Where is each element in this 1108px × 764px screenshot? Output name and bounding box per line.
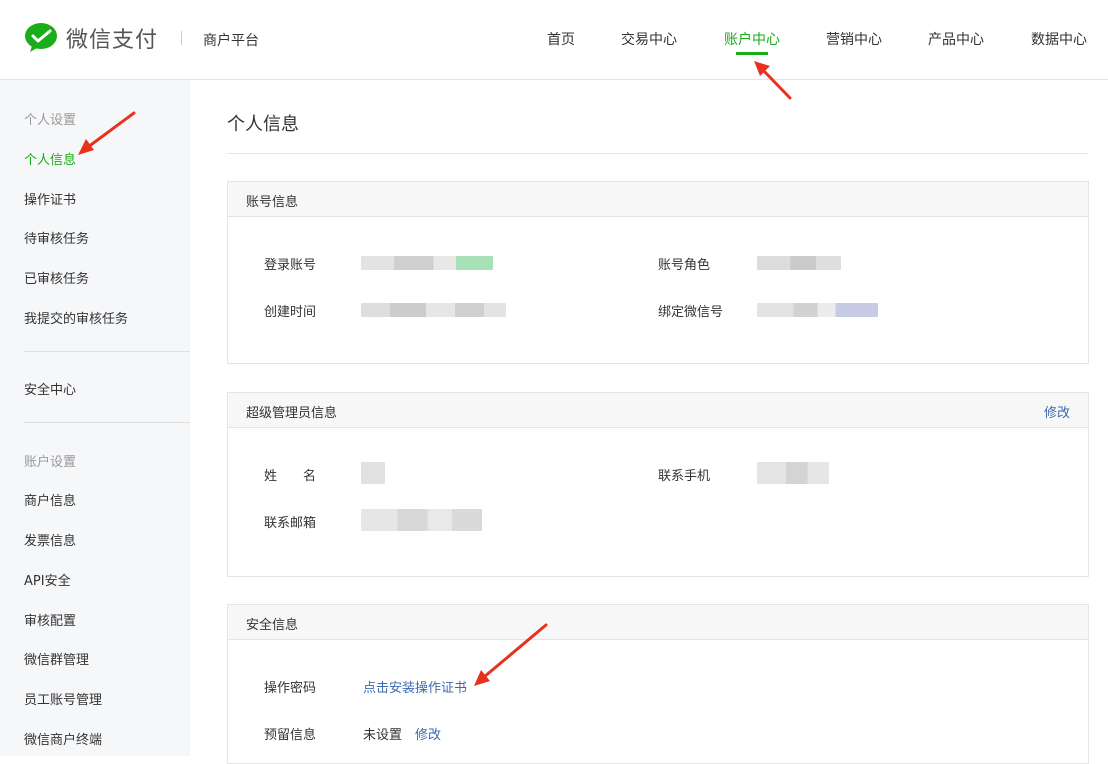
wechat-pay-icon [25, 23, 57, 52]
redacted-value [757, 462, 829, 484]
sidebar-divider [24, 351, 190, 352]
sidebar-item-merchant-info[interactable]: 商户信息 [24, 490, 76, 509]
reserved-info-value: 未设置 [363, 728, 403, 743]
sidebar-item-reviewed[interactable]: 已审核任务 [24, 268, 89, 287]
sidebar-group-account: 账户设置 [24, 455, 77, 470]
card-title: 账号信息 [246, 195, 299, 210]
sidebar-group-personal: 个人设置 [24, 113, 77, 128]
created-time-label: 创建时间 [264, 305, 317, 320]
sidebar-item-my-submissions[interactable]: 我提交的审核任务 [24, 308, 128, 327]
sidebar-item-invoice-info[interactable]: 发票信息 [24, 530, 76, 549]
redacted-value [361, 303, 506, 317]
card-title: 超级管理员信息 [246, 406, 338, 421]
login-account-label: 登录账号 [264, 258, 317, 273]
sidebar-item-review-config[interactable]: 审核配置 [24, 610, 76, 629]
bound-wechat-label: 绑定微信号 [658, 305, 724, 320]
nav-marketing[interactable]: 营销中心 [826, 29, 882, 49]
header-divider [181, 31, 182, 45]
sidebar-item-wechat-group[interactable]: 微信群管理 [24, 649, 89, 668]
account-info-card: 账号信息 登录账号 账号角色 创建时间 绑定微信号 [227, 181, 1089, 364]
nav-data[interactable]: 数据中心 [1031, 29, 1087, 49]
card-header: 安全信息 [228, 605, 1088, 640]
sidebar: 个人设置 个人信息 操作证书 待审核任务 已审核任务 我提交的审核任务 安全中心… [0, 80, 190, 756]
card-title: 安全信息 [246, 618, 299, 633]
nav-transactions[interactable]: 交易中心 [621, 29, 677, 49]
nav-account-center[interactable]: 账户中心 [724, 29, 780, 49]
sidebar-item-pending-review[interactable]: 待审核任务 [24, 228, 89, 247]
active-nav-indicator [736, 52, 768, 55]
redacted-value [361, 256, 493, 270]
super-admin-card: 超级管理员信息 修改 姓 名 联系手机 联系邮箱 [227, 392, 1089, 577]
page-title: 个人信息 [227, 114, 299, 135]
reserved-info-label: 预留信息 [264, 728, 317, 743]
nav-home[interactable]: 首页 [547, 29, 575, 49]
sidebar-item-certificate[interactable]: 操作证书 [24, 189, 76, 208]
reserved-info-edit-link[interactable]: 修改 [415, 724, 441, 743]
contact-phone-label: 联系手机 [658, 469, 711, 484]
install-certificate-link[interactable]: 点击安装操作证书 [363, 677, 467, 696]
contact-email-label: 联系邮箱 [264, 516, 317, 531]
platform-name: 商户平台 [203, 33, 259, 49]
wechat-pay-logo[interactable]: 微信支付 [24, 22, 158, 54]
sidebar-item-api-security[interactable]: API安全 [24, 570, 71, 589]
admin-edit-link[interactable]: 修改 [1044, 402, 1070, 421]
top-header: 微信支付 商户平台 首页 交易中心 账户中心 营销中心 产品中心 数据中心 [0, 0, 1108, 80]
redacted-value [361, 462, 385, 484]
account-role-label: 账号角色 [658, 258, 711, 273]
sidebar-item-staff-accounts[interactable]: 员工账号管理 [24, 689, 102, 708]
operation-password-label: 操作密码 [264, 681, 317, 696]
title-divider [227, 153, 1089, 154]
redacted-value [757, 256, 841, 270]
sidebar-item-terminal[interactable]: 微信商户终端 [24, 729, 102, 748]
sidebar-item-personal-info[interactable]: 个人信息 [24, 149, 76, 168]
redacted-value [757, 303, 878, 317]
sidebar-item-security-center[interactable]: 安全中心 [24, 379, 76, 398]
nav-products[interactable]: 产品中心 [928, 29, 984, 49]
sidebar-divider [24, 422, 190, 423]
redacted-value [361, 509, 482, 531]
security-info-card: 安全信息 操作密码 点击安装操作证书 预留信息 未设置 修改 [227, 604, 1089, 764]
brand-name: 微信支付 [66, 28, 159, 53]
name-label: 姓 名 [264, 469, 317, 484]
card-header: 账号信息 [228, 182, 1088, 217]
card-header: 超级管理员信息 修改 [228, 393, 1088, 428]
